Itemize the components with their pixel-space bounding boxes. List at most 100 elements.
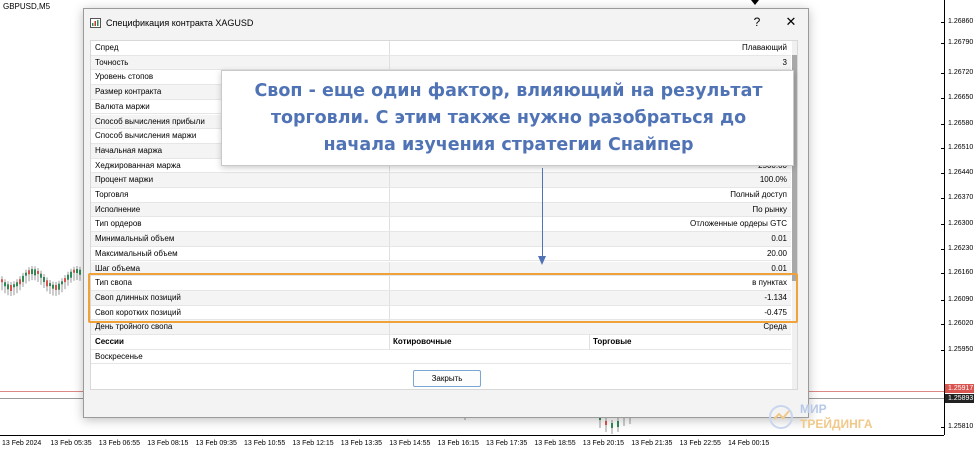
spec-row[interactable]: Спред Плавающий: [91, 41, 791, 56]
spec-row[interactable]: Точность 3: [91, 55, 791, 71]
candle-body: [73, 269, 75, 273]
dialog-titlebar[interactable]: Спецификация контракта XAGUSD ? ✕: [84, 9, 808, 37]
time-axis-label: 13 Feb 05:35: [50, 440, 92, 447]
spec-row[interactable]: Минимальный объем 0.01: [91, 232, 791, 247]
sessions-header-col3: Торговые: [593, 337, 632, 346]
time-axis-label: 13 Feb 08:15: [147, 440, 189, 447]
candle-body: [13, 284, 15, 288]
spec-row-value: 3: [782, 57, 787, 67]
close-button[interactable]: Закрыть: [413, 370, 481, 387]
price-axis-tick: [941, 173, 945, 174]
close-icon[interactable]: ✕: [783, 14, 799, 30]
spec-row-value: 100.0%: [759, 175, 787, 185]
sessions-header-row: Сессии Котировочные Торговые: [91, 335, 791, 350]
candle-body: [617, 421, 619, 427]
help-button[interactable]: ?: [749, 15, 765, 29]
price-axis-tick: [941, 124, 945, 125]
price-axis-tick: [941, 350, 945, 351]
price-axis-tick: [941, 73, 945, 74]
column-divider: [389, 232, 390, 246]
spec-row-value: 0.01: [771, 234, 787, 244]
time-axis-label: 13 Feb 09:35: [195, 440, 237, 447]
price-axis-label: 1.26230: [948, 245, 974, 252]
price-axis-tick: [941, 273, 945, 274]
spec-row-value: Отложенные ордеры GTC: [689, 219, 787, 229]
candle-body: [61, 281, 63, 285]
time-axis-label: 14 Feb 00:15: [728, 440, 770, 447]
spec-row-value: Плавающий: [742, 43, 787, 52]
price-axis-label: 1.26090: [948, 296, 974, 303]
time-axis-label: 13 Feb 14:55: [389, 440, 431, 447]
spec-row-value: 20.00: [766, 248, 787, 258]
price-axis: 1.26860 1.26790 1.26720 1.26650 1.26580 1.265…: [941, 0, 974, 435]
price-axis-label: 1.26370: [948, 194, 974, 201]
column-divider: [389, 41, 390, 55]
candle-body: [46, 280, 48, 287]
spec-row[interactable]: Торговля Полный доступ: [91, 188, 791, 203]
candle-body: [52, 284, 54, 289]
candle-body: [28, 270, 30, 275]
column-divider: [389, 335, 390, 349]
price-axis-tick: [941, 300, 945, 301]
candle-body: [34, 269, 36, 276]
time-axis: 13 Feb 2024 13 Feb 05:35 13 Feb 06:55 13 Fe…: [0, 435, 944, 450]
candle-body: [37, 270, 39, 274]
price-axis-tick: [941, 22, 945, 23]
time-axis-label: 13 Feb 18:55: [534, 440, 576, 447]
candle-body: [25, 272, 27, 276]
candle-body: [70, 271, 72, 278]
candle-body: [611, 423, 613, 428]
price-axis-tick: [941, 43, 945, 44]
candle-body: [16, 282, 18, 287]
candle-body: [4, 282, 6, 287]
spec-row-name: Исполнение: [95, 204, 141, 214]
callout-arrow-head-icon: [538, 256, 546, 265]
price-axis-label: 1.26020: [948, 320, 974, 327]
ask-price-badge: 1.25893: [945, 394, 974, 403]
price-axis-label: 1.26720: [948, 69, 974, 76]
time-axis-label: 13 Feb 22:55: [679, 440, 721, 447]
time-axis-label: 13 Feb 10:55: [244, 440, 286, 447]
sessions-header-col2: Котировочные: [393, 337, 452, 346]
column-divider: [589, 335, 590, 349]
price-axis-tick: [941, 427, 945, 428]
spec-row[interactable]: Максимальный объем 20.00: [91, 246, 791, 262]
column-divider: [389, 246, 390, 261]
spec-row[interactable]: Процент маржи 100.0%: [91, 173, 791, 188]
column-divider: [389, 173, 390, 187]
price-axis-tick: [941, 224, 945, 225]
price-axis-label: 1.25810: [948, 423, 974, 430]
candle-body: [19, 279, 21, 285]
candle-body: [1, 279, 3, 283]
callout-line-3: начала изучения стратегии Снайпер: [323, 135, 694, 155]
callout-text: Своп - еще один фактор, влияющий на резу…: [222, 78, 795, 159]
session-row[interactable]: Воскресенье: [91, 350, 791, 365]
session-day: Воскресенье: [95, 351, 143, 361]
time-axis-label: 13 Feb 13:35: [340, 440, 383, 447]
candle-body: [49, 283, 51, 287]
price-axis-label: 1.26440: [948, 169, 974, 176]
spec-row-name: Точность: [95, 57, 129, 67]
candle-body: [43, 277, 45, 283]
candle-body: [79, 269, 81, 275]
time-axis-label: 13 Feb 21:35: [631, 440, 673, 447]
spec-row[interactable]: Тип ордеров Отложенные ордеры GTC: [91, 217, 791, 233]
spec-row[interactable]: Исполнение По рынку: [91, 202, 791, 218]
candle-body: [10, 285, 12, 291]
price-axis-label: 1.26580: [948, 120, 974, 127]
time-axis-label: 13 Feb 20:15: [582, 440, 625, 447]
spec-row-value: Полный доступ: [730, 190, 787, 199]
time-axis-label: 13 Feb 2024: [2, 440, 42, 447]
candle-body: [76, 269, 78, 274]
price-axis-tick: [941, 198, 945, 199]
column-divider: [389, 217, 390, 232]
sessions-header-col1: Сессии: [95, 337, 124, 346]
candle-body: [67, 274, 69, 280]
candle-body: [31, 269, 33, 275]
time-axis-label: 13 Feb 06:55: [98, 440, 141, 447]
callout-arrow-line: [542, 168, 543, 258]
candle-body: [40, 273, 42, 278]
candle-body: [7, 284, 9, 290]
spec-row-name: Спред: [95, 43, 119, 52]
candle-body: [22, 275, 24, 282]
